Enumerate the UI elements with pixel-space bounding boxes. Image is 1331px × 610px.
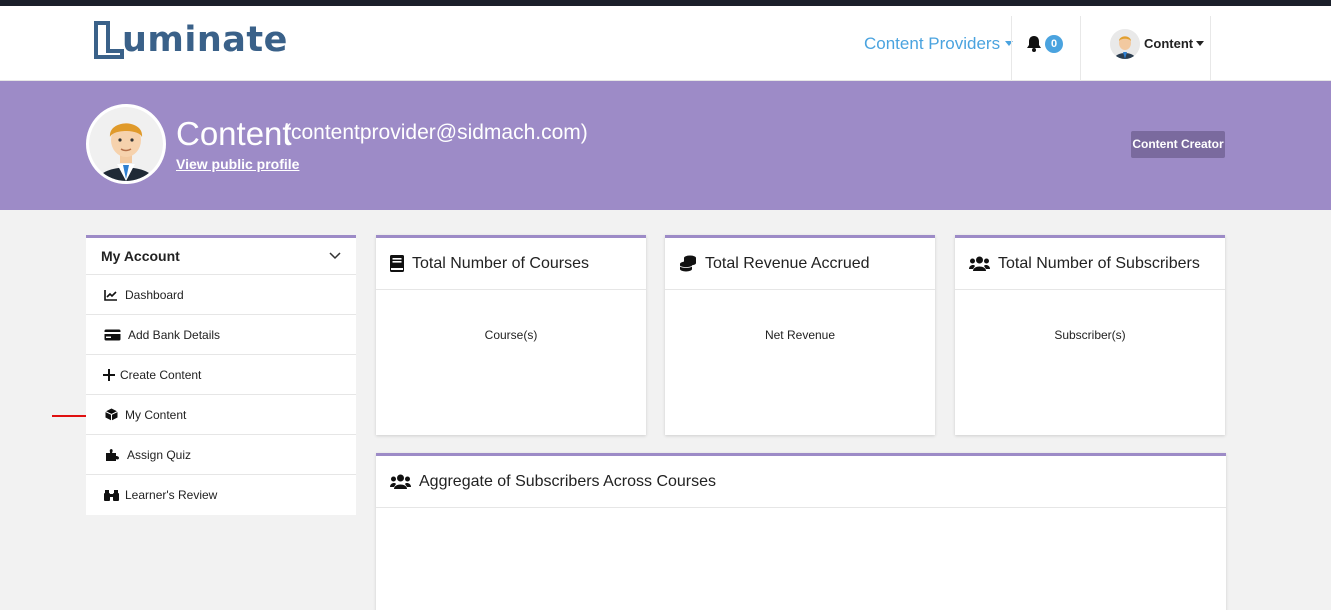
card-title: Total Revenue Accrued	[705, 254, 870, 272]
chevron-down-icon	[1196, 41, 1205, 46]
plus-icon	[100, 368, 117, 381]
total-subscribers-card: Total Number of Subscribers Subscriber(s…	[955, 235, 1225, 435]
avatar	[86, 104, 166, 184]
aggregate-subscribers-card: Aggregate of Subscribers Across Courses	[376, 453, 1226, 610]
book-icon	[390, 255, 404, 272]
binoculars-icon	[100, 489, 122, 501]
sidebar-item-label: Dashboard	[125, 287, 184, 302]
nav-divider	[1011, 16, 1012, 81]
puzzle-icon	[100, 448, 124, 462]
sidebar-item-label: Add Bank Details	[128, 327, 221, 342]
profile-avatar-icon	[89, 107, 163, 181]
user-avatar-icon	[1110, 28, 1140, 59]
card-value-label: Net Revenue	[764, 328, 836, 342]
notification-count-badge: 0	[1045, 34, 1063, 53]
sidebar-item-learners-review[interactable]: Learner's Review	[86, 475, 356, 515]
sidebar-item-add-bank-details[interactable]: Add Bank Details	[86, 315, 356, 355]
sidebar-item-create-content[interactable]: Create Content	[86, 355, 356, 395]
users-icon	[969, 256, 990, 271]
sidebar-item-label: Create Content	[120, 367, 202, 382]
cube-icon	[100, 408, 122, 421]
account-sidebar: My Account Dashboard Add Bank Details Cr…	[86, 235, 356, 515]
my-account-toggle[interactable]: My Account	[86, 238, 356, 275]
sidebar-item-assign-quiz[interactable]: Assign Quiz	[86, 435, 356, 475]
nav-divider	[1210, 16, 1211, 81]
chart-line-icon	[100, 289, 122, 301]
profile-name: Content	[176, 115, 292, 152]
luminate-logo[interactable]: uminate	[94, 20, 288, 60]
avatar	[1110, 28, 1140, 59]
logo-mark-icon	[94, 21, 124, 59]
view-public-profile-link[interactable]: View public profile	[176, 154, 299, 174]
card-header: Total Revenue Accrued	[665, 238, 935, 290]
sidebar-heading: My Account	[101, 248, 180, 264]
total-revenue-card: Total Revenue Accrued Net Revenue	[665, 235, 935, 435]
content-providers-label: Content Providers	[864, 33, 1001, 53]
card-header: Total Number of Courses	[376, 238, 646, 290]
sidebar-item-label: Assign Quiz	[127, 447, 192, 462]
content-providers-dropdown[interactable]: Content Providers	[864, 6, 1014, 81]
nav-divider	[1080, 16, 1081, 81]
card-header: Total Number of Subscribers	[955, 238, 1225, 290]
chevron-down-icon	[329, 252, 341, 260]
logo-text: uminate	[122, 20, 288, 60]
bell-icon	[1027, 36, 1041, 52]
coins-icon	[679, 255, 697, 272]
users-icon	[390, 474, 411, 489]
card-title: Aggregate of Subscribers Across Courses	[419, 472, 717, 490]
sidebar-item-my-content[interactable]: My Content	[86, 395, 356, 435]
sidebar-item-label: Learner's Review	[125, 488, 218, 502]
user-menu-label: Content	[1144, 36, 1194, 51]
card-title: Total Number of Courses	[412, 254, 589, 272]
role-badge: Content Creator	[1131, 131, 1225, 158]
user-menu-dropdown[interactable]: Content	[1110, 6, 1205, 81]
sidebar-item-label: My Content	[125, 407, 187, 422]
credit-card-icon	[100, 329, 125, 341]
card-title: Total Number of Subscribers	[998, 254, 1200, 272]
card-value-label: Subscriber(s)	[1054, 328, 1126, 342]
profile-email: (contentprovider@sidmach.com)	[284, 121, 588, 144]
total-courses-card: Total Number of Courses Course(s)	[376, 235, 646, 435]
notifications-button[interactable]: 0	[1026, 6, 1063, 81]
card-header: Aggregate of Subscribers Across Courses	[376, 456, 1226, 508]
sidebar-item-dashboard[interactable]: Dashboard	[86, 275, 356, 315]
card-value-label: Course(s)	[484, 328, 538, 342]
